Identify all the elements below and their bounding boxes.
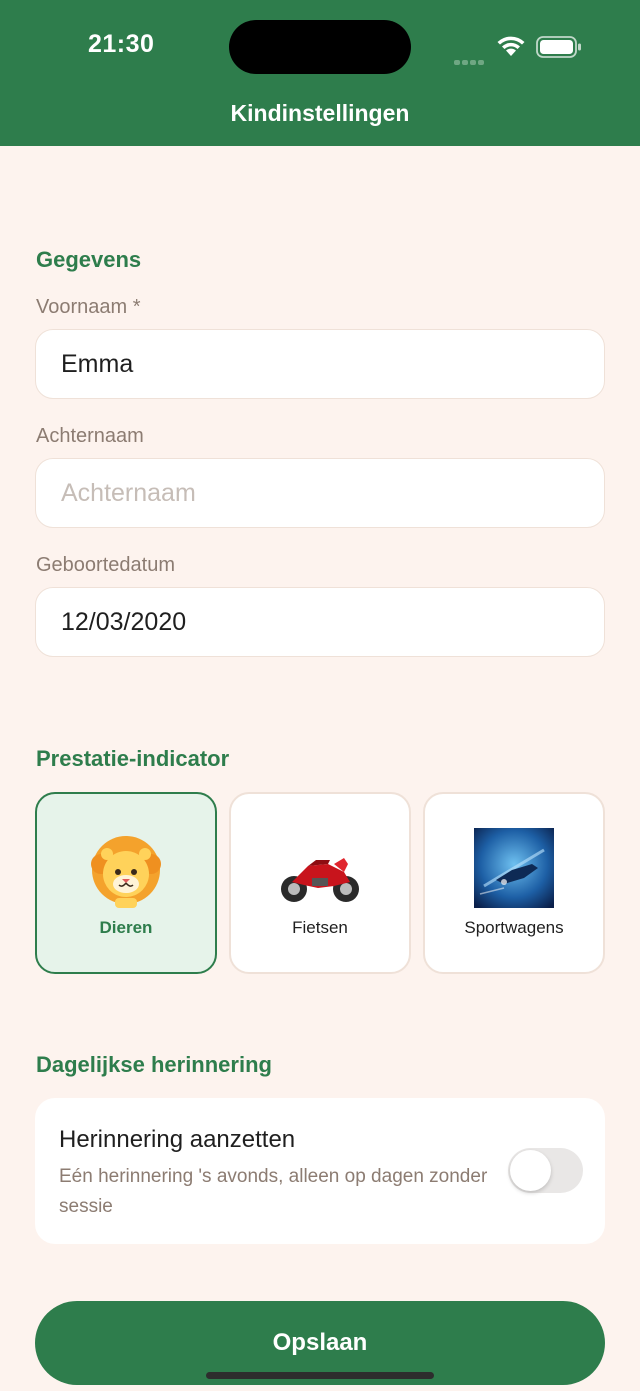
motorbike-icon <box>281 858 359 902</box>
first-name-input[interactable] <box>61 349 604 379</box>
reminder-toggle[interactable] <box>508 1148 583 1193</box>
indicator-option-animals[interactable]: Dieren <box>35 792 217 974</box>
indicator-section-title: Prestatie-indicator <box>36 746 230 771</box>
sportscar-icon <box>474 828 554 908</box>
details-section-title: Gegevens <box>36 247 142 272</box>
cellular-signal-icon <box>454 50 486 69</box>
reminder-card: Herinnering aanzetten Eén herinnering 's… <box>35 1098 605 1244</box>
last-name-field[interactable] <box>35 458 605 528</box>
birth-date-value: 12/03/2020 <box>61 607 187 636</box>
home-indicator <box>206 1372 434 1379</box>
indicator-option-bikes[interactable]: Fietsen <box>229 792 411 974</box>
birth-date-field[interactable]: 12/03/2020 <box>35 587 605 657</box>
app-header: 21:30 Kindinstellingen <box>0 0 640 146</box>
reminder-section-title: Dagelijkse herinnering <box>36 1052 272 1077</box>
indicator-option-label: Sportwagens <box>464 918 564 937</box>
dynamic-island <box>229 20 411 74</box>
wifi-icon <box>497 36 525 56</box>
toggle-knob <box>510 1150 551 1191</box>
first-name-label: Voornaam * <box>36 296 141 318</box>
status-time: 21:30 <box>88 30 155 58</box>
battery-icon <box>536 36 581 58</box>
first-name-field[interactable] <box>35 329 605 399</box>
reminder-description: Eén herinnering 's avonds, alleen op dag… <box>59 1166 488 1217</box>
indicator-option-sportscars[interactable]: Sportwagens <box>423 792 605 974</box>
lion-icon <box>91 836 161 908</box>
reminder-title: Herinnering aanzetten <box>59 1126 296 1153</box>
page-title: Kindinstellingen <box>230 100 410 126</box>
last-name-label: Achternaam <box>36 425 144 447</box>
indicator-option-label: Dieren <box>99 918 153 937</box>
indicator-option-label: Fietsen <box>292 918 348 937</box>
last-name-input[interactable] <box>61 478 604 508</box>
birth-date-label: Geboortedatum <box>36 554 175 576</box>
